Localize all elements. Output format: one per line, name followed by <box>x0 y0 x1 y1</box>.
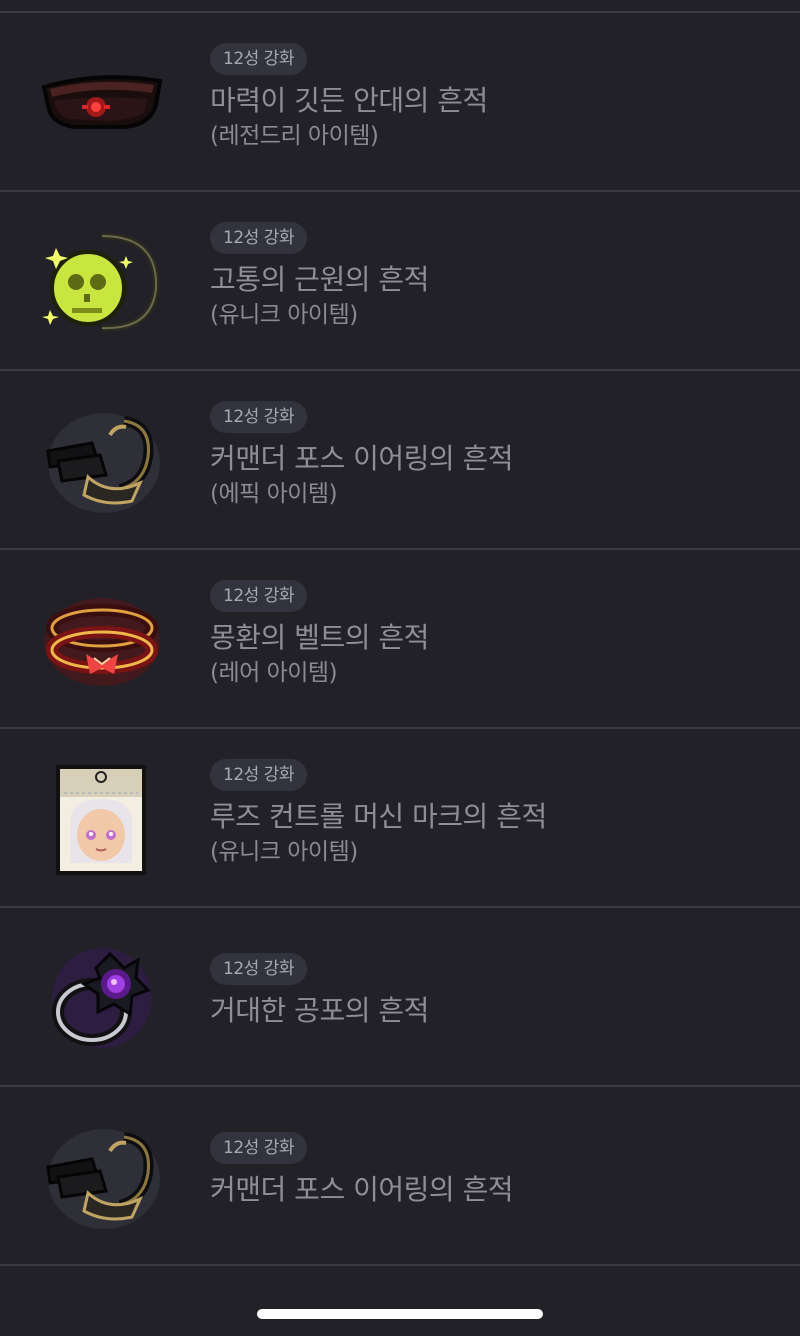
item-text: 12성 강화 루즈 컨트롤 머신 마크의 흔적 (유니크 아이템) <box>210 759 770 867</box>
item-name: 거대한 공포의 흔적 <box>210 994 429 1027</box>
enhance-badge: 12성 강화 <box>210 580 307 612</box>
list-item[interactable]: 12성 강화 커맨더 포스 이어링의 흔적 (에픽 아이템) <box>0 371 800 550</box>
belt-icon <box>40 584 164 696</box>
item-text: 12성 강화 마력이 깃든 안대의 흔적 (레전드리 아이템) <box>210 43 770 151</box>
item-text: 12성 강화 거대한 공포의 흔적 <box>210 953 770 1029</box>
item-list: 12성 강화 마력이 깃든 안대의 흔적 (레전드리 아이템) 12성 강화 고… <box>0 13 800 1266</box>
item-text: 12성 강화 커맨더 포스 이어링의 흔적 (에픽 아이템) <box>210 401 770 509</box>
earring-icon <box>40 405 164 517</box>
item-name: 고통의 근원의 흔적 <box>210 263 429 296</box>
enhance-badge: 12성 강화 <box>210 401 307 433</box>
enhance-badge: 12성 강화 <box>210 43 307 75</box>
skull-pendant-icon <box>40 226 164 338</box>
item-text: 12성 강화 고통의 근원의 흔적 (유니크 아이템) <box>210 222 770 330</box>
enhance-badge: 12성 강화 <box>210 222 307 254</box>
item-grade: (레전드리 아이템) <box>210 123 379 149</box>
list-item[interactable]: 12성 강화 커맨더 포스 이어링의 흔적 <box>0 1087 800 1266</box>
item-grade: (유니크 아이템) <box>210 839 358 865</box>
list-item[interactable]: 12성 강화 마력이 깃든 안대의 흔적 (레전드리 아이템) <box>0 13 800 192</box>
item-text: 12성 강화 몽환의 벨트의 흔적 (레어 아이템) <box>210 580 770 688</box>
list-item[interactable]: 12성 강화 고통의 근원의 흔적 (유니크 아이템) <box>0 192 800 371</box>
list-item[interactable]: 12성 강화 거대한 공포의 흔적 <box>0 908 800 1087</box>
item-name: 루즈 컨트롤 머신 마크의 흔적 <box>210 800 547 833</box>
enhance-badge: 12성 강화 <box>210 953 307 985</box>
machine-mark-icon <box>40 763 164 875</box>
item-name: 몽환의 벨트의 흔적 <box>210 621 429 654</box>
eyepatch-icon <box>40 47 164 159</box>
list-item[interactable]: 12성 강화 몽환의 벨트의 흔적 (레어 아이템) <box>0 550 800 729</box>
item-text: 12성 강화 커맨더 포스 이어링의 흔적 <box>210 1132 770 1208</box>
ring-icon <box>40 942 164 1054</box>
list-item[interactable]: 12성 강화 루즈 컨트롤 머신 마크의 흔적 (유니크 아이템) <box>0 729 800 908</box>
item-name: 커맨더 포스 이어링의 흔적 <box>210 442 514 475</box>
enhance-badge: 12성 강화 <box>210 759 307 791</box>
item-grade: (유니크 아이템) <box>210 302 358 328</box>
item-name: 마력이 깃든 안대의 흔적 <box>210 84 488 117</box>
earring-icon <box>40 1121 164 1233</box>
enhance-badge: 12성 강화 <box>210 1132 307 1164</box>
item-grade: (에픽 아이템) <box>210 481 338 507</box>
item-grade: (레어 아이템) <box>210 660 338 686</box>
home-indicator[interactable] <box>257 1309 543 1319</box>
item-name: 커맨더 포스 이어링의 흔적 <box>210 1173 514 1206</box>
